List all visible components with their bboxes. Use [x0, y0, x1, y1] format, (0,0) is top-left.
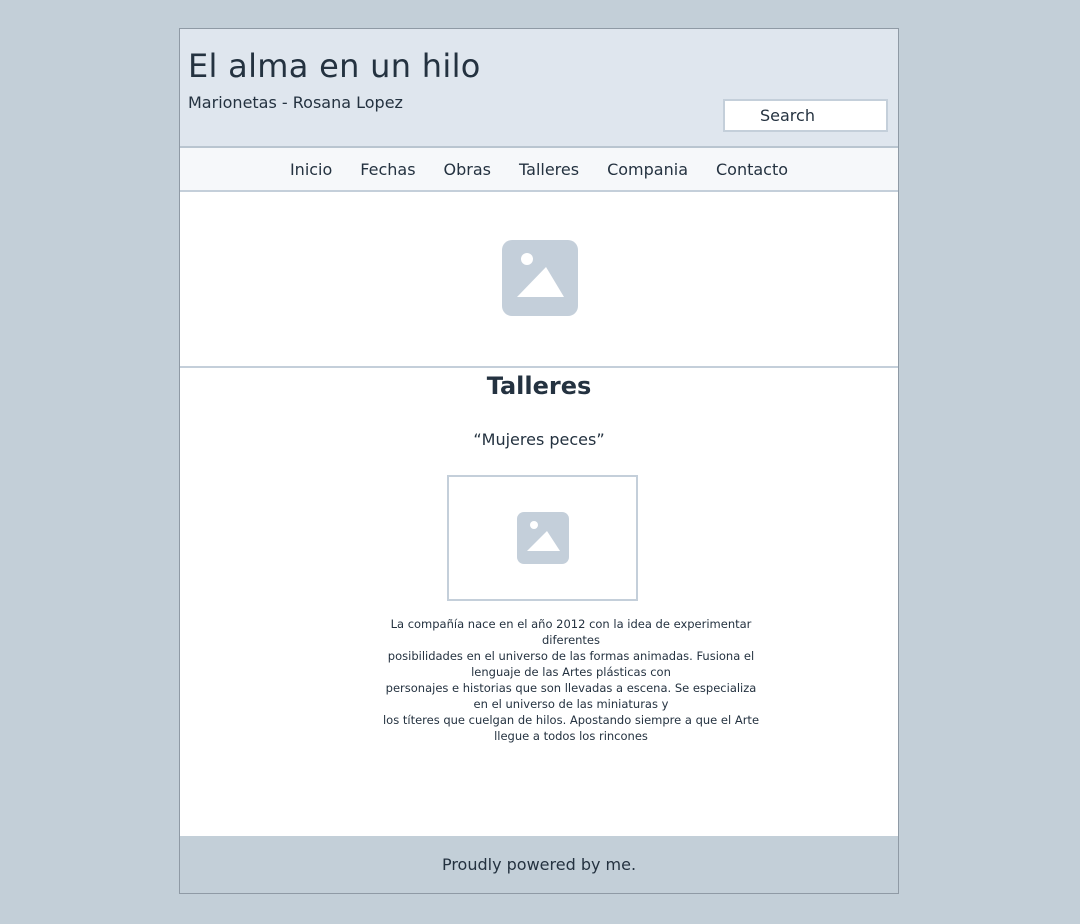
description-line: posibilidades en el universo de las form…	[387, 649, 755, 663]
site-footer: Proudly powered by me.	[180, 836, 898, 893]
section-title: Talleres	[486, 372, 592, 400]
main-navigation: Inicio Fechas Obras Talleres Compania Co…	[180, 148, 898, 192]
site-subtitle: Marionetas - Rosana Lopez	[188, 93, 403, 112]
site-header: El alma en un hilo Marionetas - Rosana L…	[180, 29, 898, 148]
workshop-title: “Mujeres peces”	[473, 430, 605, 449]
description-line: diferentes	[541, 633, 601, 647]
page-container: El alma en un hilo Marionetas - Rosana L…	[179, 28, 899, 894]
description-line: en el universo de las miniaturas y	[473, 697, 669, 711]
image-icon	[517, 512, 569, 564]
description-line: llegue a todos los rincones	[494, 729, 648, 743]
image-icon	[502, 240, 578, 316]
site-title[interactable]: El alma en un hilo	[188, 47, 481, 85]
workshop-description: La compañía nace en el año 2012 con la i…	[381, 616, 761, 744]
footer-text: Proudly powered by me.	[441, 855, 637, 874]
nav-item-fechas[interactable]: Fechas	[360, 160, 415, 179]
description-line: personajes e historias que son llevadas …	[385, 681, 757, 695]
nav-item-obras[interactable]: Obras	[444, 160, 491, 179]
hero-banner	[180, 192, 898, 368]
nav-item-compania[interactable]: Compania	[607, 160, 688, 179]
workshop-image	[447, 475, 638, 601]
description-line: los títeres que cuelgan de hilos. Aposta…	[382, 713, 760, 727]
description-line: lenguaje de las Artes plásticas con	[471, 665, 671, 679]
nav-item-contacto[interactable]: Contacto	[716, 160, 788, 179]
description-line: La compañía nace en el año 2012 con la i…	[390, 617, 752, 631]
nav-item-inicio[interactable]: Inicio	[290, 160, 332, 179]
search-input[interactable]	[723, 99, 888, 132]
nav-item-talleres[interactable]: Talleres	[519, 160, 579, 179]
